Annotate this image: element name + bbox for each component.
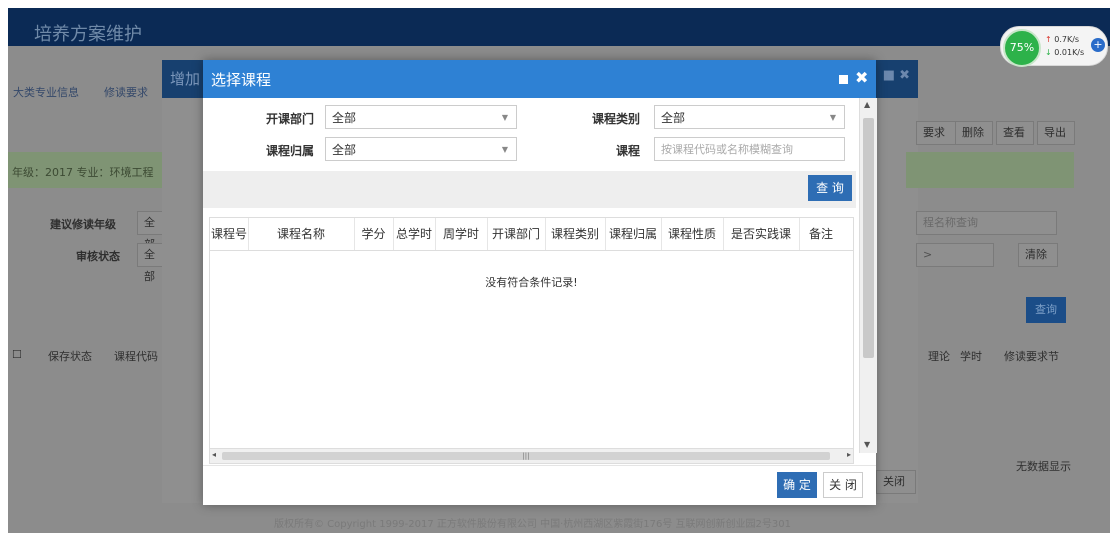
audit-status-select[interactable]: 全部 <box>137 243 165 283</box>
dept-select[interactable]: 全部 ▼ <box>325 105 517 129</box>
scroll-down-icon[interactable]: ▼ <box>864 440 870 449</box>
plus-icon[interactable]: + <box>1091 38 1105 52</box>
col-course-no[interactable]: 课程号 <box>210 218 249 250</box>
audit-status-label: 审核状态 <box>76 250 120 263</box>
tab-major-info[interactable]: 大类专业信息 <box>13 84 79 100</box>
grid-header: 课程号 课程名称 学分 总学时 周学时 开课部门 课程类别 课程归属 课程性质 … <box>210 218 853 251</box>
info-bar: 年级：2017 专业：环境工程 <box>8 152 168 188</box>
query-button[interactable]: 查 询 <box>808 175 852 201</box>
maximize-icon[interactable] <box>839 75 848 84</box>
col-practice[interactable]: 是否实践课 <box>723 218 800 250</box>
divider <box>203 465 876 466</box>
col-nature[interactable]: 课程性质 <box>661 218 724 250</box>
copyright-text: 版权所有© Copyright 1999-2017 正方软件股份有限公司 中国·… <box>274 519 791 530</box>
dialog-title: 选择课程 <box>211 71 272 89</box>
close-icon[interactable]: ✖ <box>855 68 868 87</box>
chevron-down-icon: ▼ <box>501 145 508 154</box>
upload-speed: ↑ 0.7K/s <box>1045 35 1080 44</box>
right-select[interactable]: > <box>916 243 994 267</box>
col-save-status: 保存状态 <box>48 350 92 363</box>
col-credit[interactable]: 学分 <box>354 218 394 250</box>
scroll-right-icon[interactable]: ▸ <box>847 450 851 459</box>
info-text: 年级：2017 专业：环境工程 <box>12 166 154 179</box>
dept-label: 开课部门 <box>265 112 314 126</box>
suggest-grade-label: 建议修读年级 <box>50 218 116 231</box>
usage-circle: 75% <box>1003 29 1041 67</box>
col-week-hours[interactable]: 周学时 <box>435 218 488 250</box>
tab-requirements[interactable]: 修读要求 <box>104 84 148 100</box>
requirements-button[interactable]: 要求 <box>916 121 960 145</box>
view-button[interactable]: 查看 <box>996 121 1034 145</box>
col-course-name[interactable]: 课程名称 <box>248 218 355 250</box>
scroll-up-icon[interactable]: ▲ <box>864 100 870 109</box>
scroll-thumb[interactable] <box>863 118 874 358</box>
right-search-input[interactable]: 程名称查询 <box>916 211 1057 235</box>
select-course-dialog: 选择课程 ✖ 开课部门 全部 ▼ 课程类别 全部 ▼ 课程归属 全部 ▼ 课程 按课程… <box>203 60 877 505</box>
bg-query-button[interactable]: 查询 <box>1026 297 1066 323</box>
col-course-code: 课程代码 <box>114 350 158 363</box>
owner-label: 课程归属 <box>265 144 314 158</box>
course-label: 课程 <box>615 144 640 158</box>
col-category[interactable]: 课程类别 <box>545 218 606 250</box>
col-theory: 理论 <box>928 350 950 363</box>
chevron-down-icon: ▼ <box>501 113 508 122</box>
add-dialog-title: 增加 <box>170 70 201 88</box>
info-bar-right <box>906 152 1074 188</box>
suggest-grade-select[interactable]: 全部 <box>137 211 165 251</box>
col-hours: 学时 <box>960 350 982 363</box>
no-data-text: 无数据显示 <box>1016 460 1071 473</box>
empty-message: 没有符合条件记录! <box>485 276 578 289</box>
export-button[interactable]: 导出 <box>1037 121 1075 145</box>
owner-select[interactable]: 全部 ▼ <box>325 137 517 161</box>
col-total-hours[interactable]: 总学时 <box>393 218 436 250</box>
category-select[interactable]: 全部 ▼ <box>654 105 845 129</box>
horizontal-scrollbar[interactable]: ◂ ||| ▸ <box>209 448 854 464</box>
network-speed-widget[interactable]: 75% ↑ 0.7K/s ↓ 0.01K/s + <box>1000 26 1108 67</box>
course-grid: 课程号 课程名称 学分 总学时 周学时 开课部门 课程类别 课程归属 课程性质 … <box>209 217 854 449</box>
clear-button[interactable]: 清除 <box>1018 243 1058 267</box>
checkbox-all[interactable]: ☐ <box>12 348 22 361</box>
col-remark[interactable]: 备注 <box>799 218 843 250</box>
col-owner[interactable]: 课程归属 <box>605 218 662 250</box>
delete-button[interactable]: 删除 <box>955 121 993 145</box>
scroll-left-icon[interactable]: ◂ <box>212 450 216 459</box>
confirm-button[interactable]: 确 定 <box>777 472 817 498</box>
course-search-input[interactable]: 按课程代码或名称模糊查询 <box>654 137 845 161</box>
chevron-down-icon: ▼ <box>829 113 836 122</box>
col-requirement: 修读要求节 <box>1004 350 1059 363</box>
vertical-scrollbar[interactable]: ▲ ▼ <box>859 98 877 453</box>
scroll-thumb[interactable]: ||| <box>222 452 830 460</box>
query-bar <box>203 171 856 208</box>
dialog-header: 选择课程 ✖ <box>203 60 876 98</box>
category-label: 课程类别 <box>591 112 640 126</box>
close-icon[interactable]: ■ ✖ <box>883 68 910 83</box>
app-title: 培养方案维护 <box>34 24 142 45</box>
col-dept[interactable]: 开课部门 <box>487 218 546 250</box>
close-button[interactable]: 关 闭 <box>823 472 863 498</box>
download-speed: ↓ 0.01K/s <box>1045 48 1085 57</box>
app-header: 培养方案维护 <box>8 8 1110 46</box>
bg-close-button[interactable]: 关闭 <box>876 470 916 494</box>
